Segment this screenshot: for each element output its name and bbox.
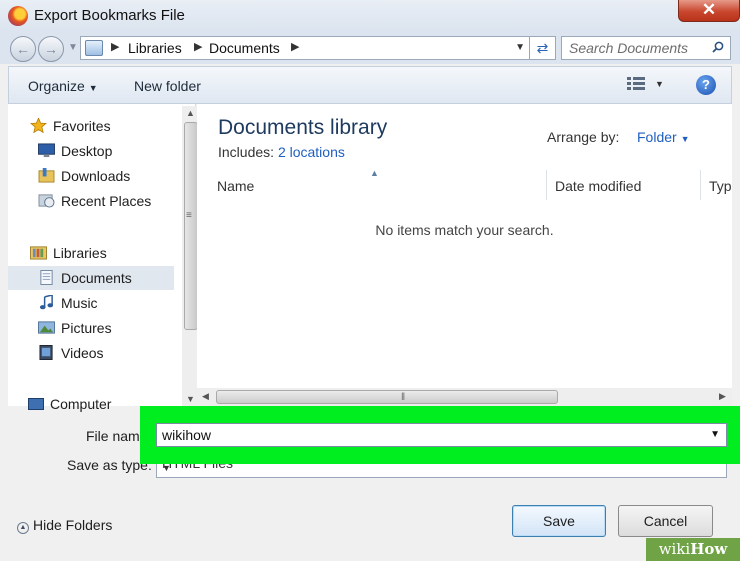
refresh-button[interactable]: ⇄ [530,36,556,60]
command-toolbar: Organize ▼ New folder ▼ ? [8,66,732,104]
arrange-by-value: Folder [637,129,677,145]
file-name-combobox[interactable]: ▼ [156,423,727,447]
breadcrumb-separator-icon[interactable]: ▶ [111,40,119,53]
scrollbar-grip-icon: ‖ [401,392,406,403]
organize-label: Organize [28,78,85,94]
chevron-up-icon: ▲ [17,522,29,534]
scroll-right-icon[interactable]: ▶ [719,391,726,402]
column-header-type[interactable]: Typ [701,170,732,200]
sidebar-item-computer[interactable]: Computer [28,396,111,412]
scroll-up-icon[interactable]: ▲ [186,108,195,118]
sidebar-item-label: Documents [61,270,132,286]
library-includes: Includes: 2 locations [218,144,345,160]
wikihow-watermark: wikiHow [646,538,740,561]
computer-icon [28,398,44,410]
hide-folders-button[interactable]: ▲ Hide Folders [17,517,112,534]
sidebar-item-label: Music [61,295,98,311]
libraries-small-icon [85,40,103,56]
watermark-text-bold: How [690,540,728,558]
sidebar-item-label: Computer [50,396,112,412]
sidebar-item-documents[interactable]: Documents [8,266,174,290]
window-title: Export Bookmarks File [34,7,185,24]
sidebar-item-downloads[interactable]: Downloads [8,164,174,188]
navigation-pane: Favorites Desktop Downloads Recent Place… [8,104,200,406]
firefox-icon [8,6,28,26]
downloads-folder-icon [38,168,55,183]
sidebar-item-music[interactable]: Music [8,291,174,315]
star-icon [30,118,47,133]
chevron-down-icon[interactable]: ▼ [710,429,720,440]
sidebar-item-label: Libraries [53,245,107,261]
videos-icon [39,345,53,360]
arrange-by-dropdown[interactable]: Folder ▼ [637,129,690,145]
sidebar-item-favorites[interactable]: Favorites [8,114,174,138]
title-bar: Export Bookmarks File ✕ [0,0,740,32]
organize-menu[interactable]: Organize ▼ [28,78,98,94]
help-button[interactable]: ? [696,75,716,95]
recent-places-icon [38,194,55,208]
desktop-icon [38,143,55,158]
column-header-date-modified[interactable]: Date modified [547,170,701,200]
hide-folders-label: Hide Folders [33,517,113,533]
close-button[interactable]: ✕ [678,0,740,22]
sidebar-item-libraries[interactable]: Libraries [8,241,174,265]
sidebar-item-label: Downloads [61,168,131,184]
scrollbar-thumb[interactable]: ‖ [216,390,558,404]
empty-folder-message: No items match your search. [375,222,554,238]
file-name-label: File nam [86,428,140,444]
includes-label: Includes: [218,144,275,160]
music-icon [39,295,54,310]
breadcrumb-documents[interactable]: Documents [209,40,280,56]
arrange-by-label: Arrange by: [547,129,620,145]
search-icon[interactable] [712,41,724,53]
scroll-left-icon[interactable]: ◀ [202,391,209,402]
sidebar-item-label: Favorites [53,118,111,134]
breadcrumb-separator-icon[interactable]: ▶ [291,40,299,53]
column-header-label: Typ [709,178,732,194]
back-button[interactable]: ← [10,36,36,62]
save-button[interactable]: Save [512,505,606,537]
forward-button[interactable]: → [38,36,64,62]
scrollbar-thumb[interactable] [184,122,198,330]
column-header-name[interactable]: Name [209,170,547,200]
file-list-pane: Documents library Includes: 2 locations … [197,104,732,406]
chevron-down-icon[interactable]: ▼ [162,463,720,473]
sidebar-item-label: Videos [61,345,104,361]
sidebar-item-recent-places[interactable]: Recent Places [8,189,174,213]
address-bar[interactable]: ▶ Libraries ▶ Documents ▶ ▼ [80,36,530,60]
watermark-text: wiki [658,540,691,558]
file-name-input[interactable] [157,424,702,446]
new-folder-button[interactable]: New folder [134,78,201,94]
address-dropdown-icon[interactable]: ▼ [515,42,525,53]
search-box[interactable] [561,36,731,60]
sidebar-item-label: Desktop [61,143,113,159]
sidebar-item-videos[interactable]: Videos [8,341,174,365]
column-header-label: Name [217,178,255,194]
recent-pages-dropdown-icon[interactable]: ▼ [68,42,78,53]
breadcrumb-libraries[interactable]: Libraries [128,40,182,56]
library-title: Documents library [218,116,388,139]
cancel-button[interactable]: Cancel [618,505,713,537]
save-as-type-dropdown[interactable]: HTML Files ▼ [156,462,727,478]
sidebar-item-pictures[interactable]: Pictures [8,316,174,340]
documents-icon [40,270,53,285]
scrollbar-grip-icon: ≡ [186,210,192,221]
locations-link[interactable]: 2 locations [278,144,345,160]
scroll-down-icon[interactable]: ▼ [186,394,195,404]
view-options-icon[interactable] [627,76,645,92]
file-list-horizontal-scrollbar[interactable]: ◀ ‖ ▶ [197,388,732,406]
column-header-label: Date modified [555,178,642,194]
pictures-icon [38,321,55,334]
sidebar-item-label: Pictures [61,320,112,336]
libraries-icon [30,246,47,260]
chevron-down-icon: ▼ [680,134,690,144]
sidebar-item-label: Recent Places [61,193,152,209]
sidebar-item-desktop[interactable]: Desktop [8,139,174,163]
search-input[interactable] [562,37,707,59]
view-options-dropdown-icon[interactable]: ▼ [655,79,664,89]
chevron-down-icon: ▼ [88,83,98,93]
breadcrumb-separator-icon[interactable]: ▶ [194,40,202,53]
